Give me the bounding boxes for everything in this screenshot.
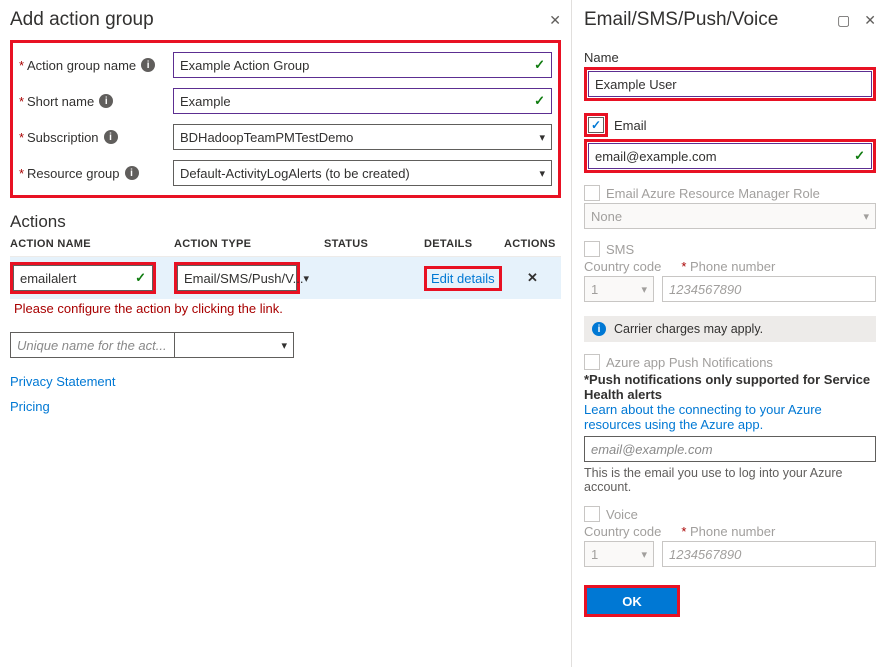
- info-icon: i: [592, 322, 606, 336]
- subscription-label: Subscription: [27, 130, 99, 145]
- short-name-label: Short name: [27, 94, 94, 109]
- check-icon: ✓: [135, 270, 146, 286]
- chevron-down-icon: ▾: [641, 283, 647, 296]
- group-name-label: Action group name: [27, 58, 136, 73]
- arm-label: Email Azure Resource Manager Role: [606, 186, 820, 201]
- chevron-down-icon: ▾: [641, 548, 647, 561]
- voice-country-code-select[interactable]: 1▾: [584, 541, 654, 567]
- action-name-input[interactable]: emailalert ✓: [13, 265, 153, 291]
- group-name-input[interactable]: Example Action Group ✓: [173, 52, 552, 78]
- sms-country-code-select[interactable]: 1▾: [584, 276, 654, 302]
- close-icon[interactable]: ✕: [864, 12, 876, 29]
- info-icon[interactable]: i: [104, 130, 118, 144]
- name-input[interactable]: Example User: [588, 71, 872, 97]
- check-icon: ✓: [534, 57, 545, 73]
- push-learn-link[interactable]: Learn about the connecting to your Azure…: [584, 402, 822, 432]
- chevron-down-icon: ▾: [281, 339, 287, 352]
- action-error-text: Please configure the action by clicking …: [14, 301, 561, 316]
- maximize-icon[interactable]: ▢: [837, 12, 850, 29]
- info-icon[interactable]: i: [141, 58, 155, 72]
- actions-heading: Actions: [10, 212, 561, 232]
- page-title: Add action group: [10, 9, 549, 31]
- resource-group-select[interactable]: Default-ActivityLogAlerts (to be created…: [173, 160, 552, 186]
- chevron-down-icon: ▾: [539, 131, 545, 144]
- edit-details-link[interactable]: Edit details: [431, 271, 495, 286]
- email-input[interactable]: email@example.com ✓: [588, 143, 872, 169]
- close-icon[interactable]: ✕: [549, 12, 561, 29]
- short-name-input[interactable]: Example ✓: [173, 88, 552, 114]
- cc-label: Country code: [584, 524, 661, 539]
- pn-label: Phone number: [690, 259, 775, 274]
- name-label: Name: [584, 50, 876, 65]
- chevron-down-icon: ▾: [863, 210, 869, 223]
- arm-checkbox[interactable]: [584, 185, 600, 201]
- pn-label: Phone number: [690, 524, 775, 539]
- check-icon: ✓: [854, 148, 865, 164]
- info-icon[interactable]: i: [99, 94, 113, 108]
- chevron-down-icon: ▾: [303, 272, 309, 285]
- pricing-link[interactable]: Pricing: [10, 399, 50, 414]
- voice-phone-input[interactable]: 1234567890: [662, 541, 876, 567]
- remove-action-icon[interactable]: ✕: [527, 270, 538, 285]
- action-name-input-new[interactable]: Unique name for the act...: [10, 332, 180, 358]
- action-row: emailalert ✓ Email/SMS/Push/V... ▾ Edit …: [10, 257, 561, 299]
- voice-label: Voice: [606, 507, 638, 522]
- action-type-select[interactable]: Email/SMS/Push/V... ▾: [177, 265, 297, 291]
- actions-table-header: ACTION NAME ACTION TYPE STATUS DETAILS A…: [10, 238, 561, 257]
- right-panel-title: Email/SMS/Push/Voice: [584, 9, 837, 31]
- carrier-banner: i Carrier charges may apply.: [584, 316, 876, 342]
- email-label: Email: [614, 118, 647, 133]
- push-help: This is the email you use to log into yo…: [584, 466, 876, 494]
- privacy-link[interactable]: Privacy Statement: [10, 374, 116, 389]
- form-highlight-box: * Action group name i Example Action Gro…: [10, 40, 561, 198]
- push-label: Azure app Push Notifications: [606, 355, 773, 370]
- push-warning: *Push notifications only supported for S…: [584, 372, 876, 402]
- sms-phone-input[interactable]: 1234567890: [662, 276, 876, 302]
- chevron-down-icon: ▾: [539, 167, 545, 180]
- cc-label: Country code: [584, 259, 661, 274]
- sms-label: SMS: [606, 242, 634, 257]
- push-email-input[interactable]: email@example.com: [584, 436, 876, 462]
- action-type-select-new[interactable]: ▾: [174, 332, 294, 358]
- push-checkbox[interactable]: [584, 354, 600, 370]
- resource-group-label: Resource group: [27, 166, 120, 181]
- email-checkbox[interactable]: [588, 117, 604, 133]
- info-icon[interactable]: i: [125, 166, 139, 180]
- required-star: *: [19, 58, 27, 73]
- sms-checkbox[interactable]: [584, 241, 600, 257]
- check-icon: ✓: [534, 93, 545, 109]
- arm-role-select[interactable]: None▾: [584, 203, 876, 229]
- action-row-new: Unique name for the act... ▾: [10, 324, 561, 366]
- voice-checkbox[interactable]: [584, 506, 600, 522]
- ok-button[interactable]: OK: [587, 588, 677, 614]
- subscription-select[interactable]: BDHadoopTeamPMTestDemo ▾: [173, 124, 552, 150]
